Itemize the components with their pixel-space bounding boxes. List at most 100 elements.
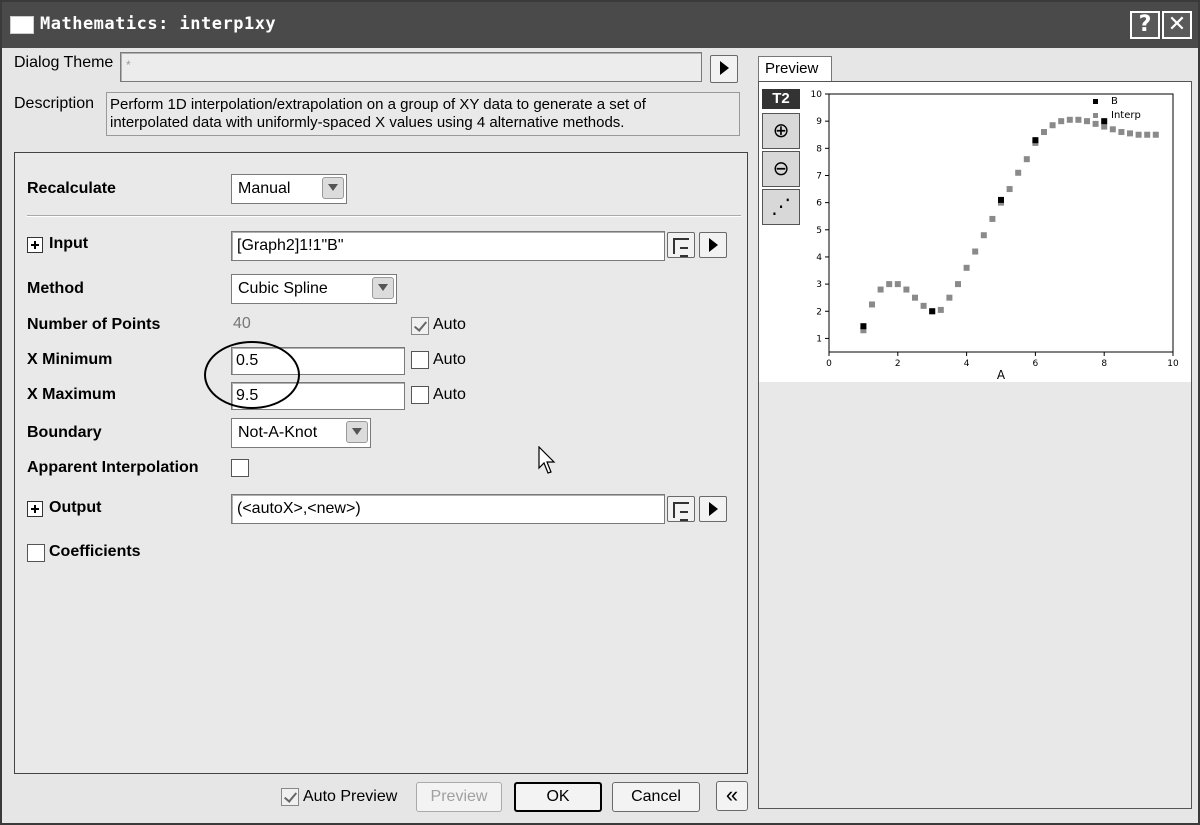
x-minimum-auto-checkbox[interactable] (411, 351, 429, 369)
x-tick-label: 2 (895, 359, 901, 369)
num-points-auto-checkbox[interactable] (411, 317, 429, 335)
y-tick-label: 7 (816, 171, 822, 181)
data-point-interp (1041, 129, 1047, 136)
legend-label: B (1111, 96, 1118, 107)
method-value: Cubic Spline (238, 280, 328, 297)
apparent-interpolation-label: Apparent Interpolation (27, 459, 199, 476)
boundary-dropdown[interactable]: Not-A-Knot (231, 418, 371, 448)
data-point-interp (869, 301, 875, 308)
data-point-interp (989, 215, 996, 222)
preview-button[interactable]: Preview (416, 782, 502, 812)
x-tick-label: 4 (964, 359, 970, 369)
output-expand-icon[interactable] (27, 501, 43, 517)
x-tick-label: 8 (1101, 359, 1107, 369)
x-minimum-auto-label: Auto (433, 351, 466, 368)
auto-preview-checkbox[interactable] (281, 788, 299, 806)
data-point-interp (972, 248, 979, 255)
data-point-interp (1135, 131, 1142, 138)
input-range-select-button[interactable] (667, 232, 695, 258)
data-point-interp (1109, 126, 1116, 133)
preview-frame: 0 2 4 6 8 10 1 2 3 4 5 6 7 8 9 10 A B Interp T2 ⊕ ⊖ ⋰ (758, 81, 1192, 809)
dialog-window: Mathematics: interp1xy ? ✕ Dialog Theme … (0, 0, 1200, 825)
data-point-interp (1015, 169, 1022, 176)
y-tick-label: 10 (811, 90, 823, 100)
close-button[interactable]: ✕ (1162, 11, 1192, 39)
help-button[interactable]: ? (1130, 11, 1160, 39)
data-point-interp (1144, 131, 1151, 138)
y-tick-label: 1 (816, 334, 822, 344)
coefficients-checkbox[interactable] (27, 544, 45, 562)
data-point-interp (903, 286, 910, 293)
data-point-interp (912, 294, 918, 301)
description-box: Perform 1D interpolation/extrapolation o… (106, 92, 740, 136)
output-menu-button[interactable] (699, 496, 727, 522)
method-label: Method (27, 280, 84, 297)
data-point-interp (1152, 131, 1159, 138)
data-point-interp (1023, 156, 1030, 163)
recalculate-dropdown[interactable]: Manual (231, 174, 347, 204)
data-point-interp (877, 286, 884, 293)
cancel-button[interactable]: Cancel (612, 782, 700, 812)
description-label: Description (14, 95, 95, 112)
data-point-interp (1127, 130, 1133, 137)
input-expand-icon[interactable] (27, 237, 43, 253)
output-field[interactable]: (<autoX>,<new>) (231, 494, 665, 524)
window-icon (10, 16, 34, 34)
input-label: Input (49, 235, 89, 252)
data-point-interp (1084, 118, 1090, 125)
legend-label: Interp (1111, 110, 1141, 121)
output-label: Output (49, 499, 102, 516)
window-title: Mathematics: interp1xy (40, 14, 277, 34)
description-line-1: Perform 1D interpolation/extrapolation o… (110, 96, 646, 113)
auto-preview-label: Auto Preview (303, 788, 398, 805)
dialog-theme-menu-button[interactable] (710, 55, 738, 83)
rescale-icon[interactable]: ⋰ (762, 189, 800, 225)
input-menu-button[interactable] (699, 232, 727, 258)
num-points-auto-label: Auto (433, 316, 466, 333)
y-tick-label: 8 (816, 144, 822, 154)
dialog-theme-label: Dialog Theme (14, 54, 114, 71)
output-range-select-button[interactable] (667, 496, 695, 522)
zoom-in-icon[interactable]: ⊕ (762, 113, 800, 149)
x-tick-label: 0 (826, 359, 832, 369)
data-point-interp (1075, 116, 1082, 123)
coefficients-label: Coefficients (49, 543, 141, 560)
preview-toolbar: T2 ⊕ ⊖ ⋰ (760, 87, 800, 227)
y-tick-label: 5 (816, 226, 822, 236)
x-tick-label: 10 (1167, 359, 1179, 369)
x-maximum-auto-label: Auto (433, 386, 466, 403)
legend-marker (1093, 113, 1098, 118)
collapse-panel-button[interactable]: « (716, 781, 748, 811)
data-point-interp (937, 306, 944, 313)
chevron-down-icon[interactable] (372, 277, 394, 299)
data-point-interp (1092, 120, 1099, 127)
interpolation-chart: 0 2 4 6 8 1012345678910ABInterp (811, 90, 1179, 382)
layer-indicator[interactable]: T2 (762, 89, 800, 109)
ok-button[interactable]: OK (514, 782, 602, 812)
method-dropdown[interactable]: Cubic Spline (231, 274, 397, 304)
preview-plot-area: 0 2 4 6 8 10 1 2 3 4 5 6 7 8 9 10 A B Interp T2 ⊕ ⊖ ⋰ (759, 82, 1191, 382)
y-tick-label: 2 (816, 307, 822, 317)
chevron-down-icon[interactable] (346, 421, 368, 443)
data-point-interp (946, 294, 953, 301)
annotation-circle (204, 341, 300, 409)
boundary-label: Boundary (27, 424, 102, 441)
x-minimum-label: X Minimum (27, 351, 113, 368)
input-field[interactable]: [Graph2]1!1"B" (231, 231, 665, 261)
tab-preview[interactable]: Preview (758, 56, 832, 82)
y-tick-label: 9 (816, 117, 822, 127)
dialog-theme-field[interactable]: * (120, 52, 702, 82)
data-point-b (1032, 137, 1039, 144)
data-point-interp (894, 281, 901, 288)
y-tick-label: 3 (816, 280, 822, 290)
x-maximum-label: X Maximum (27, 386, 116, 403)
y-tick-label: 6 (816, 199, 822, 209)
data-point-interp (963, 264, 970, 271)
x-maximum-auto-checkbox[interactable] (411, 386, 429, 404)
zoom-out-icon[interactable]: ⊖ (762, 151, 800, 187)
data-point-b (1101, 118, 1108, 125)
title-bar[interactable]: Mathematics: interp1xy ? ✕ (2, 2, 1198, 48)
apparent-interpolation-checkbox[interactable] (231, 459, 249, 477)
data-point-b (860, 323, 867, 330)
chevron-down-icon[interactable] (322, 177, 344, 199)
